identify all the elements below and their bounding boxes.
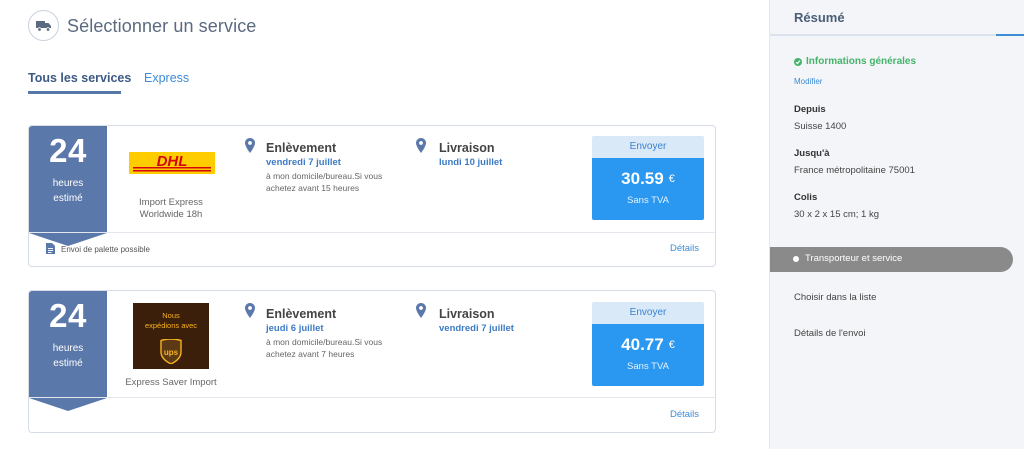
service-card-ups: 24 heures estimé Nous expédions avec ups… bbox=[28, 290, 716, 433]
step-carrier-service[interactable]: Transporteur et service bbox=[770, 247, 1013, 272]
active-tab-indicator bbox=[28, 91, 121, 94]
price-value: 40.77 bbox=[621, 335, 664, 354]
delivery-title: Livraison bbox=[439, 141, 495, 155]
carrier-service-name: Express Saver Import bbox=[125, 377, 217, 388]
to-value: France métropolitaine 75001 bbox=[794, 165, 915, 176]
pickup-description: à mon domicile/bureau.Si vous achetez av… bbox=[266, 336, 406, 360]
active-step-label: Transporteur et service bbox=[805, 253, 903, 264]
pickup-desc-line: achetez avant 7 heures bbox=[266, 349, 355, 359]
pickup-desc-line: achetez avant 15 heures bbox=[266, 183, 360, 193]
send-price-button[interactable]: Envoyer 30.59 € Sans TVA bbox=[592, 136, 704, 220]
delivery-hours: 24 bbox=[49, 132, 87, 169]
location-pin-icon bbox=[416, 303, 426, 318]
send-button-label: Envoyer bbox=[592, 136, 704, 158]
delivery-hours: 24 bbox=[49, 297, 87, 334]
summary-sidebar: Résumé Informations générales Modifier D… bbox=[769, 0, 1024, 449]
document-icon bbox=[46, 243, 55, 254]
price-amount: 30.59 € bbox=[592, 169, 704, 189]
pallet-note: Envoi de palette possible bbox=[61, 245, 150, 254]
pickup-title: Enlèvement bbox=[266, 141, 337, 155]
parcel-label: Colis bbox=[794, 192, 818, 203]
delivery-title: Livraison bbox=[439, 307, 495, 321]
location-pin-icon bbox=[245, 138, 255, 153]
ups-shield-icon: ups bbox=[160, 339, 182, 364]
pickup-title: Enlèvement bbox=[266, 307, 337, 321]
ups-mark-text: ups bbox=[164, 348, 179, 357]
send-button-label: Envoyer bbox=[592, 302, 704, 324]
pickup-desc-line: à mon domicile/bureau.Si vous bbox=[266, 171, 383, 181]
details-link[interactable]: Détails bbox=[670, 243, 699, 254]
price-currency: € bbox=[668, 339, 675, 351]
delivery-date: vendredi 7 juillet bbox=[439, 323, 514, 334]
price-tax-note: Sans TVA bbox=[627, 195, 669, 206]
pickup-date: jeudi 6 juillet bbox=[266, 323, 324, 334]
ups-logo-caption: Nous expédions avec bbox=[133, 311, 209, 331]
carrier-name-line: Import Express bbox=[139, 197, 203, 208]
to-label: Jusqu'à bbox=[794, 148, 830, 159]
dhl-logo-text: DHL bbox=[157, 153, 188, 170]
page-title: Sélectionner un service bbox=[67, 16, 257, 36]
delivery-date: lundi 10 juillet bbox=[439, 157, 503, 168]
pickup-date: vendredi 7 juillet bbox=[266, 157, 341, 168]
carrier-name-line: Worldwide 18h bbox=[139, 209, 203, 220]
from-label: Depuis bbox=[794, 104, 826, 115]
summary-title: Résumé bbox=[794, 10, 845, 25]
ups-caption-line: Nous bbox=[162, 311, 180, 320]
parcel-value: 30 x 2 x 15 cm; 1 kg bbox=[794, 209, 880, 220]
tab-all-services[interactable]: Tous les services bbox=[28, 71, 131, 85]
card-divider bbox=[29, 232, 715, 233]
price-value: 30.59 bbox=[621, 169, 664, 188]
ribbon-unit: heures bbox=[52, 178, 84, 189]
truck-icon bbox=[28, 10, 59, 41]
dhl-logo: DHL bbox=[129, 152, 215, 174]
details-link[interactable]: Détails bbox=[670, 409, 699, 420]
pickup-description: à mon domicile/bureau.Si vous achetez av… bbox=[266, 170, 406, 194]
step-shipment-details[interactable]: Détails de l'envoi bbox=[794, 328, 866, 339]
summary-underline bbox=[770, 34, 1024, 36]
card-divider bbox=[29, 397, 715, 398]
active-step-dot bbox=[793, 256, 799, 262]
price-panel: 40.77 € Sans TVA bbox=[592, 324, 704, 386]
price-currency: € bbox=[668, 173, 675, 185]
step-choose-from-list: Choisir dans la liste bbox=[794, 292, 877, 303]
price-amount: 40.77 € bbox=[592, 335, 704, 355]
ribbon-estimate: estimé bbox=[53, 358, 83, 369]
from-value: Suisse 1400 bbox=[794, 121, 847, 132]
delivery-time-ribbon: 24 heures estimé bbox=[29, 291, 107, 411]
send-price-button[interactable]: Envoyer 40.77 € Sans TVA bbox=[592, 302, 704, 386]
ups-logo: Nous expédions avec ups bbox=[133, 303, 209, 369]
delivery-time-ribbon: 24 heures estimé bbox=[29, 126, 107, 246]
location-pin-icon bbox=[416, 138, 426, 153]
modify-link[interactable]: Modifier bbox=[794, 77, 822, 86]
ribbon-unit: heures bbox=[52, 343, 84, 354]
location-pin-icon bbox=[245, 303, 255, 318]
price-panel: 30.59 € Sans TVA bbox=[592, 158, 704, 220]
carrier-service-name: Import Express Worldwide 18h bbox=[121, 197, 221, 221]
service-card-dhl: 24 heures estimé DHL Import Express Worl… bbox=[28, 125, 716, 267]
price-tax-note: Sans TVA bbox=[627, 361, 669, 372]
ribbon-estimate: estimé bbox=[53, 193, 83, 204]
general-info-step: Informations générales bbox=[806, 56, 917, 67]
ups-caption-line: expédions avec bbox=[144, 321, 198, 330]
tab-express[interactable]: Express bbox=[144, 71, 189, 85]
pickup-desc-line: à mon domicile/bureau.Si vous bbox=[266, 337, 383, 347]
check-icon bbox=[794, 58, 802, 66]
summary-progress-indicator bbox=[996, 34, 1024, 36]
